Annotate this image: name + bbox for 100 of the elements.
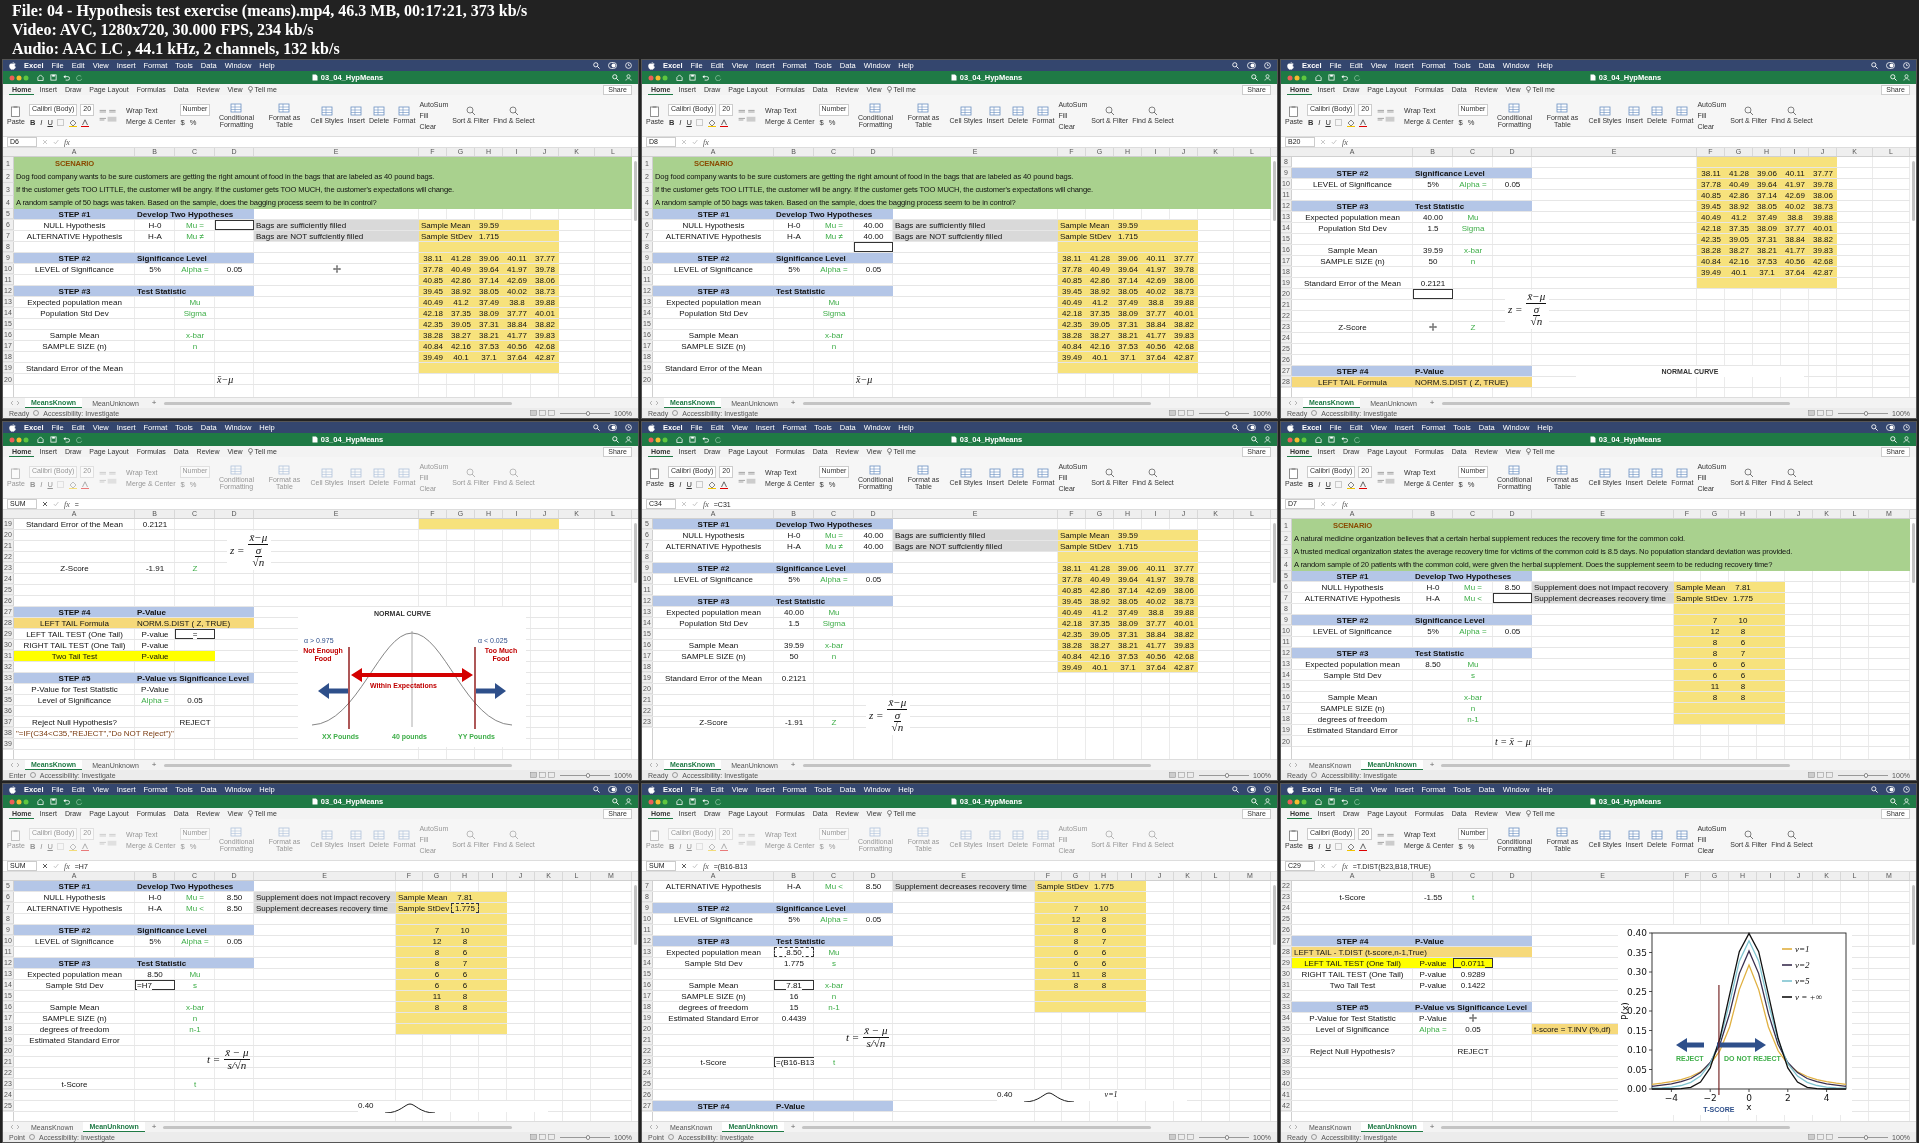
add-sheet-button[interactable]: + <box>787 399 799 407</box>
person-icon[interactable] <box>625 436 632 443</box>
borders-icon[interactable] <box>695 481 705 488</box>
check-icon[interactable] <box>1331 501 1337 507</box>
home-icon[interactable] <box>676 436 683 443</box>
sheet-nav-icon[interactable] <box>9 762 21 768</box>
accessibility-icon[interactable] <box>667 1134 674 1140</box>
search-icon[interactable] <box>1232 786 1239 793</box>
check-icon[interactable] <box>692 501 698 507</box>
toggle-icon[interactable] <box>1247 424 1256 431</box>
undo-icon[interactable] <box>63 798 70 805</box>
person-icon[interactable] <box>625 798 632 805</box>
clock-icon[interactable] <box>1264 62 1271 69</box>
borders-icon[interactable] <box>1334 843 1344 850</box>
home-icon[interactable] <box>676 798 683 805</box>
search-icon[interactable] <box>1232 424 1239 431</box>
save-icon[interactable] <box>1328 798 1335 805</box>
scrollbar[interactable] <box>1912 885 1915 945</box>
logo-icon[interactable] <box>9 61 16 70</box>
undo-icon[interactable] <box>63 436 70 443</box>
home-icon[interactable] <box>37 436 44 443</box>
person-icon[interactable] <box>1903 798 1910 805</box>
function-label[interactable]: fx <box>1342 137 1348 147</box>
scrollbar[interactable] <box>802 401 1151 405</box>
logo-icon[interactable] <box>1287 61 1294 70</box>
accessibility-icon[interactable] <box>29 772 36 778</box>
sheet-nav-icon[interactable] <box>9 1124 21 1130</box>
search-icon[interactable] <box>593 786 600 793</box>
save-icon[interactable] <box>50 798 57 805</box>
scrollbar[interactable] <box>1441 401 1790 405</box>
view-icon[interactable] <box>1808 772 1835 778</box>
clock-icon[interactable] <box>1264 786 1271 793</box>
function-label[interactable]: fx <box>703 137 709 147</box>
add-sheet-button[interactable]: + <box>1426 761 1438 769</box>
toggle-icon[interactable] <box>1886 62 1895 69</box>
search-icon[interactable] <box>1890 74 1897 81</box>
scrollbar[interactable] <box>802 763 1151 767</box>
redo-icon[interactable] <box>1354 74 1361 81</box>
font-color-icon[interactable] <box>80 118 89 127</box>
undo-icon[interactable] <box>63 74 70 81</box>
search-icon[interactable] <box>1251 798 1258 805</box>
sheet-nav-icon[interactable] <box>648 400 660 406</box>
redo-icon[interactable] <box>76 436 83 443</box>
save-icon[interactable] <box>689 74 696 81</box>
search-icon[interactable] <box>593 62 600 69</box>
search-icon[interactable] <box>612 798 619 805</box>
view-icon[interactable] <box>1808 410 1835 416</box>
redo-icon[interactable] <box>1354 798 1361 805</box>
toggle-icon[interactable] <box>608 62 617 69</box>
accessibility-icon[interactable] <box>1311 772 1318 778</box>
cancel-icon[interactable] <box>42 863 48 869</box>
clock-icon[interactable] <box>1903 62 1910 69</box>
redo-icon[interactable] <box>715 74 722 81</box>
save-icon[interactable] <box>689 798 696 805</box>
accessibility-icon[interactable] <box>672 772 679 778</box>
logo-icon[interactable] <box>648 785 655 794</box>
slider-thumb[interactable] <box>1863 772 1868 778</box>
scrollbar[interactable] <box>163 401 512 405</box>
scrollbar[interactable] <box>1912 161 1915 221</box>
cancel-icon[interactable] <box>681 863 687 869</box>
sheet-nav-icon[interactable] <box>9 400 21 406</box>
logo-icon[interactable] <box>9 423 16 432</box>
clock-icon[interactable] <box>625 786 632 793</box>
view-icon[interactable] <box>530 410 557 416</box>
check-icon[interactable] <box>692 863 698 869</box>
fill-color-icon[interactable] <box>707 480 717 489</box>
sheet-nav-icon[interactable] <box>1287 400 1299 406</box>
clock-icon[interactable] <box>1264 424 1271 431</box>
logo-icon[interactable] <box>648 61 655 70</box>
undo-icon[interactable] <box>1341 74 1348 81</box>
clock-icon[interactable] <box>625 424 632 431</box>
home-icon[interactable] <box>1315 436 1322 443</box>
add-sheet-button[interactable]: + <box>148 399 160 407</box>
scrollbar[interactable] <box>163 1125 512 1129</box>
save-icon[interactable] <box>1328 74 1335 81</box>
slider-thumb[interactable] <box>1863 410 1868 416</box>
person-icon[interactable] <box>1264 74 1271 81</box>
add-sheet-button[interactable]: + <box>1426 399 1438 407</box>
clock-icon[interactable] <box>1903 786 1910 793</box>
scrollbar[interactable] <box>634 523 637 583</box>
search-icon[interactable] <box>1251 436 1258 443</box>
undo-icon[interactable] <box>702 798 709 805</box>
check-icon[interactable] <box>53 501 59 507</box>
home-icon[interactable] <box>37 74 44 81</box>
search-icon[interactable] <box>612 74 619 81</box>
check-icon[interactable] <box>692 139 698 145</box>
scrollbar[interactable] <box>634 885 637 945</box>
function-label[interactable]: fx <box>64 137 70 147</box>
scrollbar[interactable] <box>802 1125 1151 1129</box>
scrollbar[interactable] <box>1273 161 1276 221</box>
sheet-nav-icon[interactable] <box>648 1124 660 1130</box>
accessibility-icon[interactable] <box>1311 410 1318 416</box>
font-color-icon[interactable] <box>1358 480 1367 489</box>
cancel-icon[interactable] <box>42 501 48 507</box>
check-icon[interactable] <box>1331 863 1337 869</box>
logo-icon[interactable] <box>9 785 16 794</box>
slider-thumb[interactable] <box>1863 1134 1868 1140</box>
font-color-icon[interactable] <box>719 118 728 127</box>
redo-icon[interactable] <box>715 436 722 443</box>
save-icon[interactable] <box>689 436 696 443</box>
